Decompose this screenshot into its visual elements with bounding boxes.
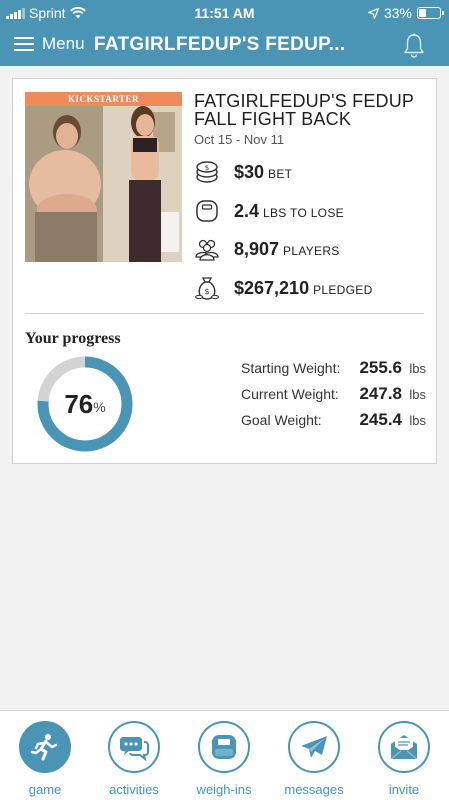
- coins-icon: $: [194, 159, 220, 185]
- players-icon: [194, 236, 220, 262]
- game-title: FATGIRLFEDUP'S FEDUP FALL FIGHT BACK: [194, 91, 414, 129]
- stat-pledged: $ $267,210 PLEDGED: [194, 275, 373, 301]
- tab-invite-label: invite: [388, 782, 420, 797]
- menu-button[interactable]: Menu: [14, 34, 85, 54]
- svg-text:$: $: [205, 164, 209, 172]
- divider: [25, 313, 424, 314]
- lbs-to-lose-unit: LBS TO LOSE: [263, 205, 344, 220]
- pledged-value: $267,210: [234, 277, 310, 298]
- weights-list: Starting Weight: 255.6 lbs Current Weigh…: [241, 355, 426, 433]
- scale-icon: [198, 721, 250, 773]
- location-arrow-icon: [367, 7, 379, 19]
- runner-icon: [19, 721, 71, 773]
- tab-activities[interactable]: activities: [94, 721, 174, 797]
- stat-players: 8,907 PLAYERS: [194, 236, 340, 262]
- tab-messages-label: messages: [284, 782, 344, 797]
- bet-unit: BET: [268, 166, 293, 181]
- notification-bell-icon[interactable]: [403, 33, 425, 59]
- game-photo: [25, 92, 182, 262]
- status-bar: Sprint 11:51 AM 33%: [0, 0, 449, 26]
- current-weight-row: Current Weight: 247.8 lbs: [241, 381, 426, 407]
- tab-invite[interactable]: invite: [364, 721, 444, 797]
- pledged-unit: PLEDGED: [313, 282, 373, 297]
- bet-value: $30: [234, 161, 265, 182]
- progress-percent-value: 76: [64, 388, 94, 419]
- players-unit: PLAYERS: [283, 243, 340, 258]
- goal-weight-unit: lbs: [409, 413, 426, 428]
- progress-percent: 76%: [35, 354, 135, 454]
- tab-game-label: game: [28, 782, 62, 797]
- starting-weight-unit: lbs: [409, 361, 426, 376]
- game-card[interactable]: KICKSTARTER FATGIRLFEDUP'S FEDUP FALL FI…: [12, 78, 437, 464]
- starting-weight-value: 255.6: [359, 358, 402, 377]
- tab-game[interactable]: game: [5, 721, 85, 797]
- goal-weight-row: Goal Weight: 245.4 lbs: [241, 407, 426, 433]
- hamburger-icon: [14, 37, 34, 51]
- tab-messages[interactable]: messages: [274, 721, 354, 797]
- scale-icon: [194, 198, 220, 224]
- current-weight-label: Current Weight:: [241, 386, 339, 402]
- tab-activities-label: activities: [109, 782, 159, 797]
- tab-weigh-ins-label: weigh-ins: [196, 782, 252, 797]
- battery-icon: [417, 7, 444, 19]
- envelope-icon: [378, 721, 430, 773]
- starting-weight-row: Starting Weight: 255.6 lbs: [241, 355, 426, 381]
- goal-weight-label: Goal Weight:: [241, 412, 322, 428]
- progress-title: Your progress: [25, 330, 121, 347]
- svg-text:$: $: [204, 287, 209, 296]
- goal-weight-value: 245.4: [359, 410, 402, 429]
- starting-weight-label: Starting Weight:: [241, 360, 341, 376]
- current-weight-value: 247.8: [359, 384, 402, 403]
- battery-percent: 33%: [383, 5, 412, 21]
- players-value: 8,907: [234, 238, 280, 259]
- game-dates: Oct 15 - Nov 11: [194, 132, 285, 147]
- current-weight-unit: lbs: [409, 387, 426, 402]
- game-image: KICKSTARTER: [25, 92, 182, 262]
- stat-bet: $ $30 BET: [194, 159, 292, 185]
- progress-percent-sign: %: [93, 399, 106, 415]
- bottom-tab-bar: game activities weigh-ins messages invit…: [0, 710, 449, 800]
- tab-weigh-ins[interactable]: weigh-ins: [184, 721, 264, 797]
- menu-label: Menu: [42, 34, 85, 53]
- chat-bubbles-icon: [108, 721, 160, 773]
- kickstarter-banner: KICKSTARTER: [25, 92, 182, 106]
- money-bag-icon: $: [194, 275, 220, 301]
- lbs-to-lose-value: 2.4: [234, 200, 260, 221]
- nav-bar: Menu FATGIRLFEDUP'S FEDUP...: [0, 26, 449, 66]
- stat-lbs-to-lose: 2.4 LBS TO LOSE: [194, 198, 344, 224]
- page-title: FATGIRLFEDUP'S FEDUP...: [94, 34, 346, 55]
- paper-plane-icon: [288, 721, 340, 773]
